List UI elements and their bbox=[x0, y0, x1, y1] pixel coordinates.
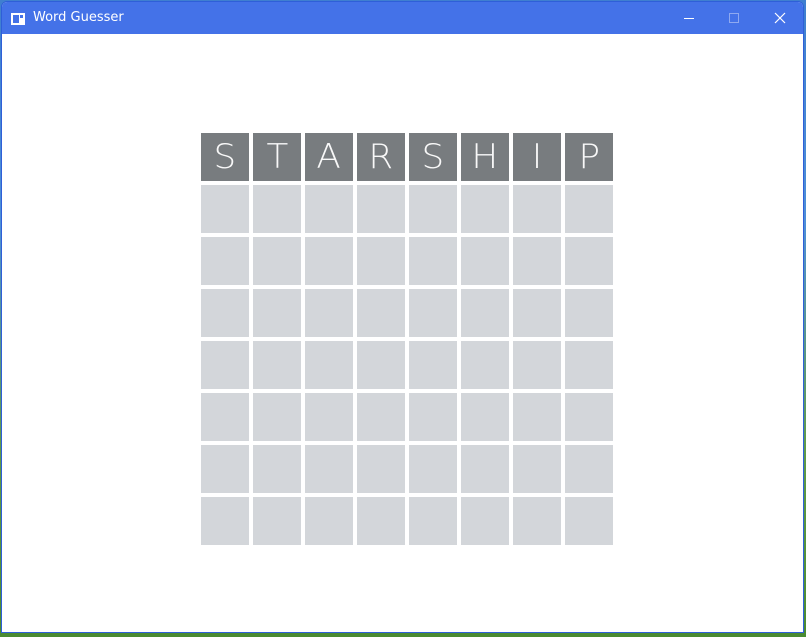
maximize-icon bbox=[728, 12, 740, 24]
letter-tile-r8-c5 bbox=[409, 497, 457, 545]
letter-tile-r4-c1 bbox=[201, 289, 249, 337]
letter-tile-r7-c4 bbox=[357, 445, 405, 493]
letter-tile-r4-c2 bbox=[253, 289, 301, 337]
letter-tile-r8-c2 bbox=[253, 497, 301, 545]
letter-tile-r8-c3 bbox=[305, 497, 353, 545]
letter-tile-r2-c7 bbox=[513, 185, 561, 233]
letter-tile-r4-c3 bbox=[305, 289, 353, 337]
letter-tile-r5-c2 bbox=[253, 341, 301, 389]
letter-tile-r6-c4 bbox=[357, 393, 405, 441]
letter-tile-r1-c5: S bbox=[409, 133, 457, 181]
letter-tile-r5-c3 bbox=[305, 341, 353, 389]
letter-tile-r2-c2 bbox=[253, 185, 301, 233]
letter-tile-r1-c1: S bbox=[201, 133, 249, 181]
letter-tile-r2-c4 bbox=[357, 185, 405, 233]
letter-tile-r6-c7 bbox=[513, 393, 561, 441]
letter-tile-r7-c2 bbox=[253, 445, 301, 493]
letter-tile-r1-c6: H bbox=[461, 133, 509, 181]
letter-tile-r5-c6 bbox=[461, 341, 509, 389]
letter-tile-r3-c6 bbox=[461, 237, 509, 285]
letter-tile-r5-c7 bbox=[513, 341, 561, 389]
letter-tile-r2-c3 bbox=[305, 185, 353, 233]
letter-tile-r3-c4 bbox=[357, 237, 405, 285]
letter-tile-r4-c6 bbox=[461, 289, 509, 337]
letter-tile-r4-c7 bbox=[513, 289, 561, 337]
letter-tile-r6-c6 bbox=[461, 393, 509, 441]
game-area: STARSHIP bbox=[2, 34, 803, 632]
close-button[interactable] bbox=[757, 2, 803, 34]
tile-letter: P bbox=[578, 137, 600, 177]
app-window-icon bbox=[11, 12, 25, 25]
letter-tile-r6-c1 bbox=[201, 393, 249, 441]
minimize-button[interactable] bbox=[666, 2, 712, 34]
tile-letter: S bbox=[213, 137, 237, 177]
close-icon bbox=[774, 12, 786, 24]
letter-tile-r7-c3 bbox=[305, 445, 353, 493]
letter-tile-r8-c8 bbox=[565, 497, 613, 545]
letter-tile-r5-c1 bbox=[201, 341, 249, 389]
minimize-icon bbox=[683, 12, 695, 24]
letter-tile-r8-c1 bbox=[201, 497, 249, 545]
letter-tile-r4-c8 bbox=[565, 289, 613, 337]
letter-tile-r4-c5 bbox=[409, 289, 457, 337]
letter-tile-r1-c3: A bbox=[305, 133, 353, 181]
letter-tile-r6-c8 bbox=[565, 393, 613, 441]
letter-tile-r5-c5 bbox=[409, 341, 457, 389]
letter-tile-r2-c8 bbox=[565, 185, 613, 233]
tile-letter: I bbox=[531, 137, 543, 177]
letter-tile-r1-c2: T bbox=[253, 133, 301, 181]
tile-letter: A bbox=[316, 137, 342, 177]
maximize-button[interactable] bbox=[711, 2, 757, 34]
letter-tile-r3-c3 bbox=[305, 237, 353, 285]
letter-tile-r2-c6 bbox=[461, 185, 509, 233]
letter-tile-r1-c4: R bbox=[357, 133, 405, 181]
letter-tile-r3-c1 bbox=[201, 237, 249, 285]
letter-tile-r7-c8 bbox=[565, 445, 613, 493]
letter-tile-r3-c7 bbox=[513, 237, 561, 285]
letter-tile-r8-c6 bbox=[461, 497, 509, 545]
letter-tile-r6-c5 bbox=[409, 393, 457, 441]
letter-tile-r3-c5 bbox=[409, 237, 457, 285]
tile-letter: H bbox=[471, 137, 499, 177]
tile-letter: R bbox=[368, 137, 394, 177]
letter-tile-r6-c3 bbox=[305, 393, 353, 441]
letter-tile-r7-c1 bbox=[201, 445, 249, 493]
window-title: Word Guesser bbox=[33, 10, 124, 25]
letter-tile-r2-c1 bbox=[201, 185, 249, 233]
letter-tile-r7-c6 bbox=[461, 445, 509, 493]
letter-tile-r3-c8 bbox=[565, 237, 613, 285]
tile-letter: S bbox=[421, 137, 445, 177]
letter-tile-r3-c2 bbox=[253, 237, 301, 285]
title-bar[interactable]: Word Guesser bbox=[2, 2, 803, 34]
letter-tile-r1-c7: I bbox=[513, 133, 561, 181]
letter-tile-r7-c5 bbox=[409, 445, 457, 493]
letter-tile-r8-c7 bbox=[513, 497, 561, 545]
letter-tile-r7-c7 bbox=[513, 445, 561, 493]
letter-tile-r1-c8: P bbox=[565, 133, 613, 181]
letter-tile-r5-c8 bbox=[565, 341, 613, 389]
tile-letter: T bbox=[266, 137, 288, 177]
letter-tile-r8-c4 bbox=[357, 497, 405, 545]
letter-tile-r4-c4 bbox=[357, 289, 405, 337]
letter-tile-r6-c2 bbox=[253, 393, 301, 441]
guess-board: STARSHIP bbox=[201, 133, 613, 545]
letter-tile-r5-c4 bbox=[357, 341, 405, 389]
letter-tile-r2-c5 bbox=[409, 185, 457, 233]
app-window: Word Guesser STARSHIP bbox=[1, 1, 804, 633]
